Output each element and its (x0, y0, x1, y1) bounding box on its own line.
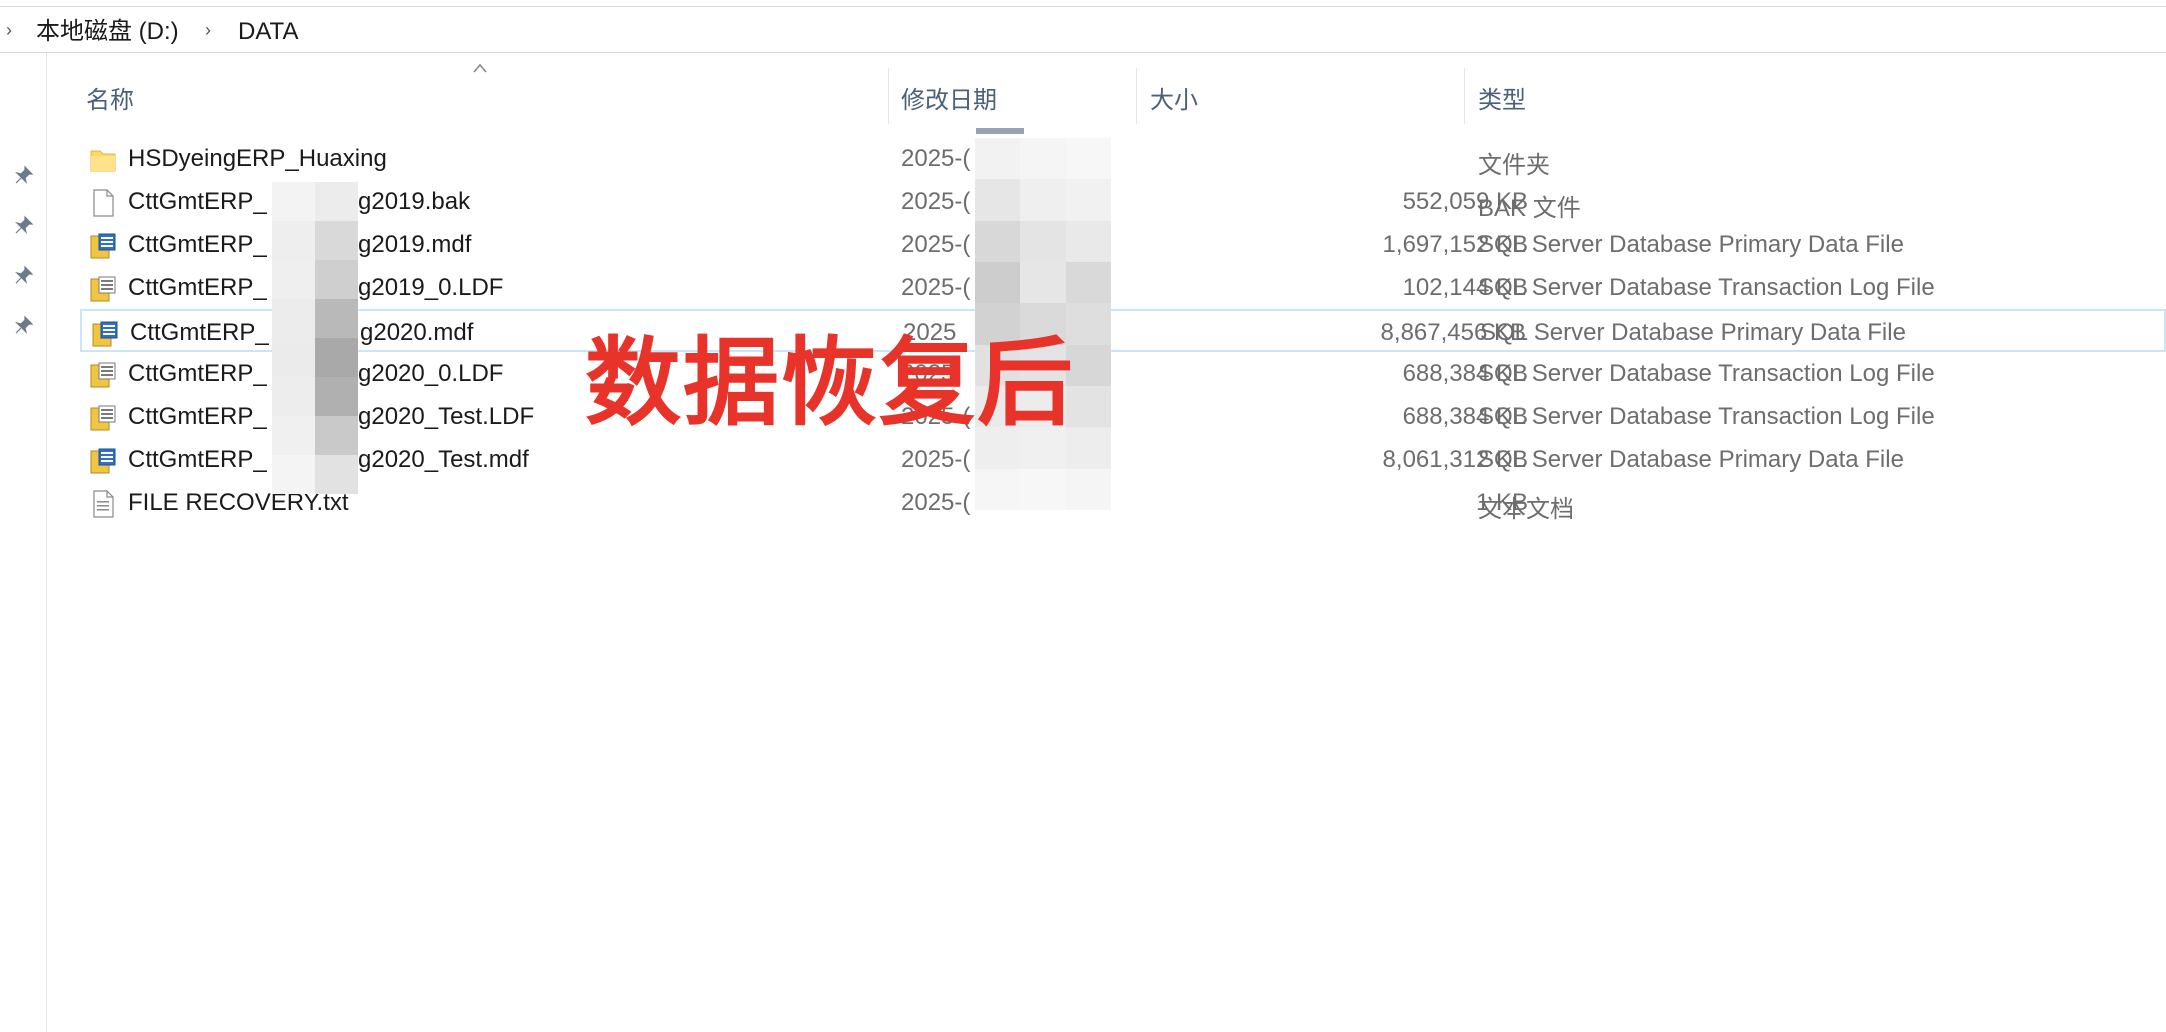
text-file-icon (93, 490, 114, 518)
column-header-date[interactable]: 修改日期 (888, 68, 1136, 124)
pixelated-redaction (272, 182, 358, 494)
pin-icon[interactable] (14, 315, 34, 335)
pin-icon[interactable] (14, 215, 34, 235)
log-file-icon (90, 405, 116, 431)
column-divider[interactable] (888, 68, 889, 124)
list-item[interactable]: CttGmtERP_ g2019.mdf 2025-( 1,697,152 KB… (80, 223, 2166, 266)
folder-icon (90, 150, 116, 172)
list-item[interactable]: CttGmtERP_ g2020_Test.mdf 2025-( 8,061,3… (80, 438, 2166, 481)
database-file-icon (90, 448, 116, 474)
column-scroll-indicator (976, 128, 1024, 134)
column-divider[interactable] (1136, 68, 1137, 124)
chevron-right-icon[interactable]: › (6, 21, 12, 39)
list-item[interactable]: CttGmtERP_ g2020_0.LDF 2025 688,384 KB S… (80, 352, 2166, 395)
list-item[interactable]: CttGmtERP_ g2019.bak 2025-( 552,059 KB B… (80, 180, 2166, 223)
column-header-size[interactable]: 大小 (1136, 68, 1464, 124)
log-file-icon (90, 276, 116, 302)
list-item[interactable]: HSDyeingERP_Huaxing 2025-( 文件夹 (80, 137, 2166, 180)
chevron-right-icon[interactable]: › (205, 21, 211, 39)
column-header-name[interactable]: 名称 (80, 68, 888, 124)
column-divider[interactable] (1464, 68, 1465, 124)
pin-icon[interactable] (14, 165, 34, 185)
breadcrumb-drive[interactable]: 本地磁盘 (D:) (36, 19, 179, 45)
log-file-icon (90, 362, 116, 388)
database-file-icon (90, 233, 116, 259)
list-item[interactable]: CttGmtERP_ g2020_Test.LDF 2025-( 688,384… (80, 395, 2166, 438)
pin-icon[interactable] (14, 265, 34, 285)
database-file-icon (92, 321, 118, 347)
address-bar[interactable]: › 本地磁盘 (D:) › DATA (0, 8, 2166, 53)
list-item[interactable]: CttGmtERP_ g2019_0.LDF 2025-( 102,144 KB… (80, 266, 2166, 309)
overlay-annotation: 数据恢复后 (585, 327, 1075, 439)
column-header-type[interactable]: 类型 (1464, 68, 2166, 124)
list-item[interactable]: FILE RECOVERY.txt 2025-( 1 KB 文本文档 (80, 481, 2166, 524)
navigation-pane[interactable] (0, 53, 47, 1032)
list-item-selected[interactable]: CttGmtERP_ g2020.mdf 2025 8,867,456 KB S… (80, 309, 2166, 352)
file-icon (93, 189, 114, 217)
window-top-edge (0, 0, 2166, 7)
breadcrumb-folder[interactable]: DATA (238, 19, 298, 45)
